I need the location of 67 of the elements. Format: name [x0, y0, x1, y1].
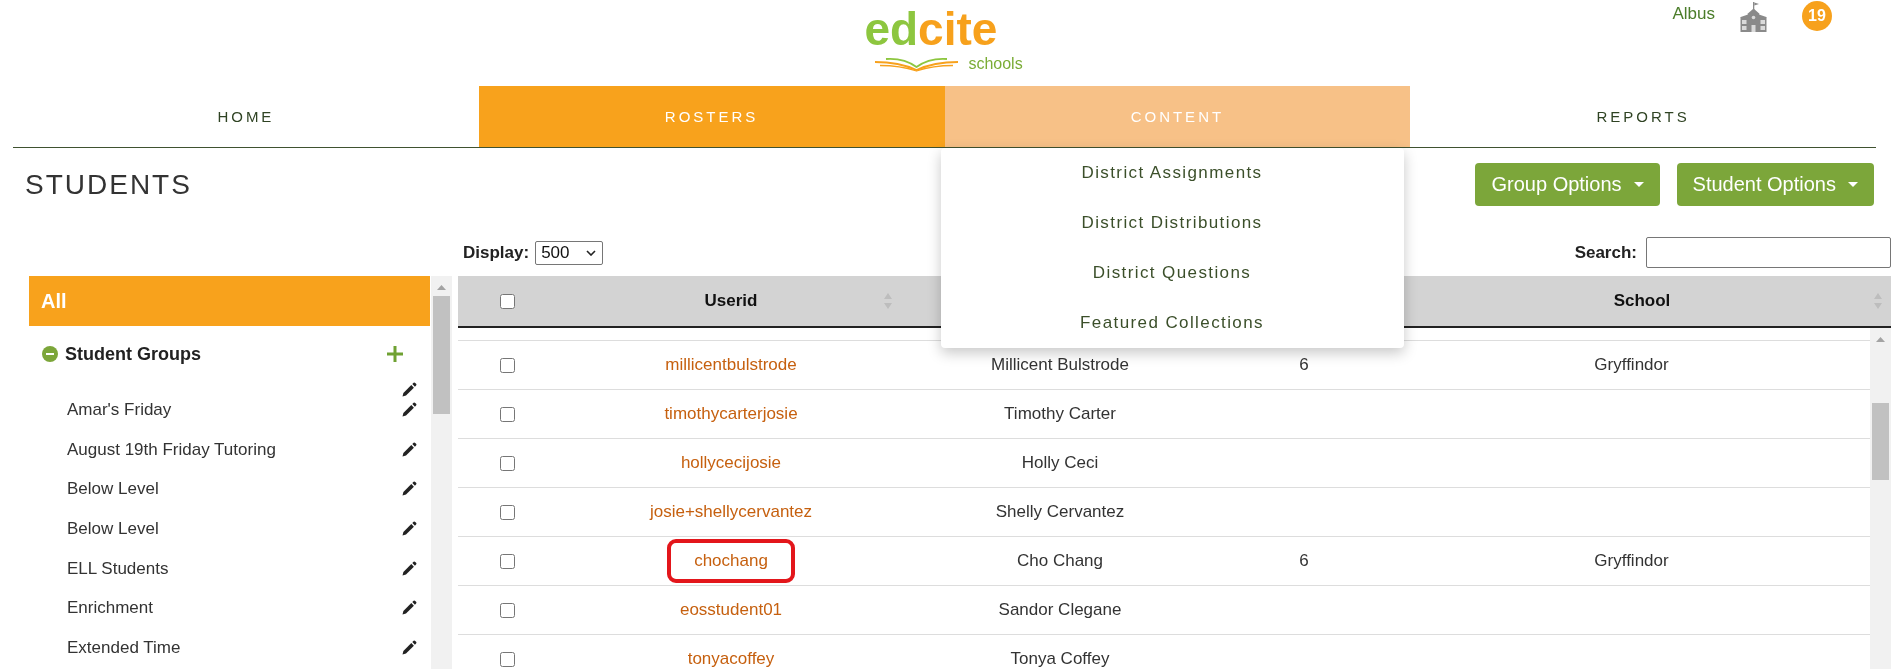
column-header[interactable]: School — [1613, 291, 1671, 311]
row-checkbox[interactable] — [500, 406, 515, 422]
menu-item[interactable]: District Distributions — [940, 198, 1404, 248]
logo-wordmark: edcite — [864, 6, 998, 52]
select-all-checkbox[interactable] — [500, 293, 515, 309]
chevron-down-icon — [586, 249, 597, 256]
pencil-icon[interactable] — [401, 600, 417, 617]
person-name: Sandor Clegane — [998, 600, 1122, 620]
userid-link[interactable]: millicentbulstrode — [665, 355, 797, 375]
group-item[interactable]: Extended Time — [29, 628, 430, 668]
pencil-icon[interactable] — [401, 520, 417, 537]
person-name: Cho Chang — [1017, 551, 1103, 571]
row-checkbox[interactable] — [500, 602, 515, 618]
search-label: Search: — [1574, 242, 1637, 263]
group-item[interactable]: Below Level — [29, 469, 430, 510]
school-name: Gryffindor — [1594, 355, 1669, 375]
plus-icon[interactable] — [387, 346, 403, 362]
row-checkbox[interactable] — [500, 651, 515, 667]
menu-item[interactable]: Featured Collections — [940, 298, 1404, 348]
person-name: Shelly Cervantez — [995, 502, 1125, 522]
number-text: 6 — [1299, 551, 1309, 571]
sidebar-scrollbar[interactable] — [431, 276, 452, 669]
user-name-link[interactable]: Albus — [1672, 4, 1715, 24]
pencil-icon[interactable] — [401, 401, 417, 418]
userid-link[interactable]: josie+shellycervantez — [649, 502, 813, 522]
caret-icon — [1848, 182, 1858, 187]
pencil-icon[interactable] — [401, 481, 417, 498]
pencil-icon[interactable] — [401, 560, 417, 577]
display-label: Display: — [463, 242, 530, 263]
group-item[interactable]: August 19th Friday Tutoring — [29, 429, 430, 470]
row-checkbox[interactable] — [500, 504, 515, 520]
group-item[interactable]: Amar's Friday — [29, 390, 430, 430]
group-item[interactable]: ELL Students — [29, 548, 430, 589]
row-checkbox[interactable] — [500, 553, 515, 569]
userid-link[interactable]: hollycecijosie — [680, 453, 782, 473]
search-field[interactable] — [1646, 237, 1891, 268]
school-name: Gryffindor — [1594, 551, 1669, 571]
userid-link[interactable]: tonyacoffey — [687, 649, 775, 669]
userid-link[interactable]: eosstudent01 — [679, 600, 783, 620]
scrollbar-thumb[interactable] — [1872, 403, 1889, 480]
person-name: Tonya Coffey — [1010, 649, 1110, 669]
menu-item[interactable]: District Assignments — [940, 148, 1404, 198]
userid-link[interactable]: timothycarterjosie — [664, 404, 798, 424]
table-scrollbar[interactable] — [1870, 328, 1891, 669]
page-title: STUDENTS — [25, 167, 192, 202]
pencil-icon[interactable] — [401, 441, 417, 458]
row-checkbox[interactable] — [500, 357, 515, 373]
pencil-icon[interactable] — [401, 639, 417, 656]
display-select[interactable]: 500 — [535, 240, 604, 265]
column-header[interactable]: Userid — [704, 291, 758, 311]
person-name: Timothy Carter — [1004, 404, 1116, 424]
scrollbar-thumb[interactable] — [433, 296, 450, 414]
caret-icon — [1633, 182, 1644, 187]
person-name: Holly Ceci — [1021, 453, 1099, 473]
open-book-icon — [874, 57, 960, 72]
group-item[interactable]: Below Level — [29, 509, 430, 549]
userid-link[interactable]: chochang — [667, 539, 795, 583]
pencil-icon[interactable] — [401, 382, 417, 398]
menu-item[interactable]: District Questions — [940, 248, 1404, 298]
group-item[interactable]: Enrichment — [29, 588, 430, 629]
row-checkbox[interactable] — [500, 455, 515, 471]
school-building-icon[interactable] — [1740, 2, 1767, 32]
logo-tagline: schools — [968, 56, 1023, 72]
number-text: 6 — [1299, 355, 1309, 375]
person-name: Millicent Bulstrode — [991, 355, 1129, 375]
group-section-title: Student Groups — [65, 343, 201, 365]
collapse-icon[interactable] — [42, 346, 58, 362]
